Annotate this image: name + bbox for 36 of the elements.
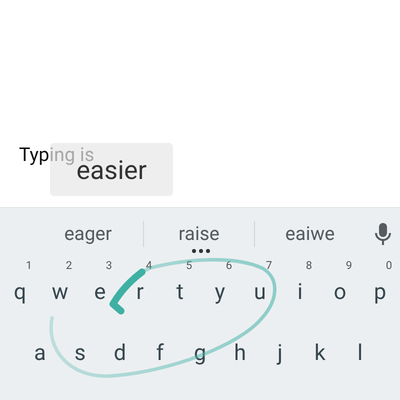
letter-key[interactable]: t — [176, 280, 184, 306]
letter-key[interactable]: k — [314, 340, 326, 366]
key-hint: 9 — [346, 260, 352, 272]
suggestion[interactable]: eaiwe — [285, 220, 335, 249]
microphone-icon[interactable] — [374, 222, 390, 246]
letter-key[interactable]: u — [254, 280, 266, 306]
letter-key[interactable]: a — [34, 340, 46, 366]
key-hint: 3 — [106, 260, 112, 272]
key-hint: 0 — [386, 260, 392, 272]
letter-key[interactable]: s — [74, 340, 86, 366]
letter-key[interactable]: r — [136, 280, 144, 306]
key-hint: 5 — [186, 260, 192, 272]
letter-key[interactable]: p — [374, 280, 386, 306]
more-suggestions-icon[interactable] — [192, 249, 210, 253]
letter-key[interactable]: y — [214, 280, 226, 306]
key-hint: 6 — [226, 260, 232, 272]
typed-text: Typ — [19, 145, 50, 165]
letter-key[interactable]: e — [94, 280, 106, 306]
key-hint: 8 — [306, 260, 312, 272]
pending-text: ing is — [49, 145, 94, 165]
letter-key[interactable]: o — [334, 280, 346, 306]
key-hint: 1 — [26, 260, 32, 272]
suggestion[interactable]: raise — [178, 220, 220, 249]
key-hint: 7 — [266, 260, 272, 272]
letter-key[interactable]: w — [52, 280, 68, 306]
suggestion[interactable]: eager — [64, 220, 112, 249]
key-hint: 4 — [146, 260, 152, 272]
key-hint: 2 — [66, 260, 72, 272]
letter-key[interactable]: f — [156, 340, 164, 366]
letter-key[interactable]: j — [277, 340, 283, 366]
letter-key[interactable]: q — [14, 280, 26, 306]
letter-key[interactable]: l — [357, 340, 363, 366]
letter-key[interactable]: d — [114, 340, 126, 366]
letter-key[interactable]: i — [297, 280, 303, 306]
letter-key[interactable]: g — [194, 340, 206, 366]
letter-key[interactable]: h — [234, 340, 246, 366]
